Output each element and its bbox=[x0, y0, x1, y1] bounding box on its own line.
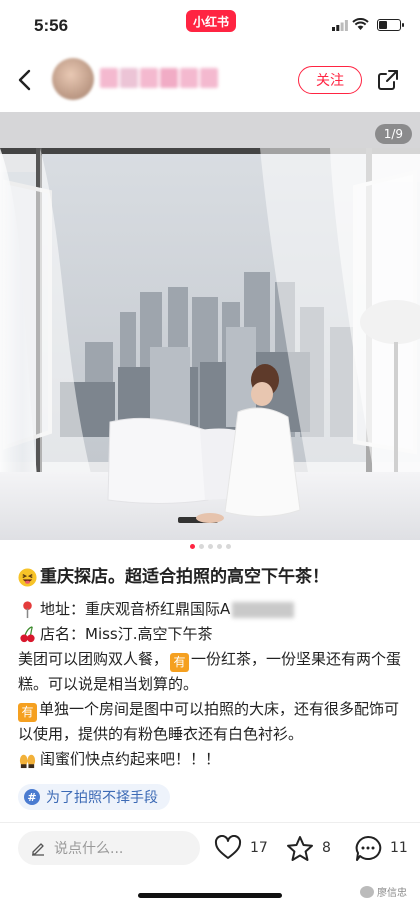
share-icon[interactable] bbox=[376, 68, 400, 92]
post-title: 重庆探店。超适合拍照的高空下午茶！ bbox=[40, 567, 329, 587]
pin-icon bbox=[23, 601, 32, 619]
collect-button[interactable]: 8 bbox=[286, 833, 331, 863]
app-badge: 小红书 bbox=[186, 10, 236, 32]
comment-input[interactable]: 说点什么... bbox=[18, 831, 200, 865]
carousel-indicator bbox=[0, 544, 420, 549]
post-image-carousel[interactable]: 1/9 bbox=[0, 112, 420, 540]
author-avatar[interactable] bbox=[52, 58, 94, 100]
image-counter: 1/9 bbox=[374, 124, 412, 144]
address-redacted bbox=[232, 601, 295, 618]
author-name-redacted[interactable] bbox=[100, 68, 218, 88]
like-count: 17 bbox=[250, 840, 268, 856]
address-text: 地址：重庆观音桥红鼎国际A bbox=[40, 600, 231, 618]
watermark: 廖信忠 bbox=[360, 884, 407, 899]
comment-button[interactable]: 11 bbox=[354, 833, 408, 863]
clap-emoji-icon bbox=[19, 754, 36, 769]
body-text: 闺蜜们快点约起来吧！！！ bbox=[40, 750, 221, 768]
address-line: 地址：重庆观音桥红鼎国际A bbox=[18, 597, 408, 622]
you-badge-icon: 有 bbox=[170, 653, 190, 672]
wechat-icon bbox=[360, 885, 374, 898]
body-text: 单独一个房间是图中可以拍照的大床，还有很多配饰可以使用，提供的有粉色睡衣还有白色… bbox=[18, 700, 400, 743]
post-photo bbox=[0, 112, 420, 540]
bottom-action-bar: 说点什么... 17 8 11 bbox=[0, 823, 420, 879]
carousel-dot bbox=[216, 544, 222, 549]
status-bar: 5:56 小红书 bbox=[0, 0, 420, 50]
body-text: 美团可以团购双人餐， bbox=[18, 650, 169, 668]
carousel-dot bbox=[198, 544, 204, 549]
star-icon bbox=[287, 835, 313, 861]
battery-icon bbox=[377, 19, 404, 31]
signal-icon bbox=[332, 20, 348, 31]
hashtag-chip[interactable]: # 为了拍照不择手段 bbox=[18, 784, 170, 810]
comment-count: 11 bbox=[390, 840, 408, 856]
comment-placeholder: 说点什么... bbox=[54, 841, 124, 857]
pen-icon bbox=[32, 843, 44, 856]
carousel-dot bbox=[225, 544, 231, 549]
carousel-dot bbox=[189, 544, 195, 549]
wifi-icon bbox=[352, 18, 369, 30]
carousel-dot bbox=[207, 544, 213, 549]
status-time: 5:56 bbox=[34, 16, 69, 35]
body-paragraph-1: 美团可以团购双人餐，有一份红茶，一份坚果还有两个蛋糕。可以说是相当划算的。 bbox=[18, 647, 408, 697]
hashtag-icon: # bbox=[24, 789, 40, 805]
cherry-icon bbox=[20, 626, 35, 643]
body-paragraph-2: 有单独一个房间是图中可以拍照的大床，还有很多配饰可以使用，提供的有粉色睡衣还有白… bbox=[18, 697, 408, 747]
collect-count: 8 bbox=[322, 840, 331, 856]
home-indicator bbox=[138, 893, 282, 898]
back-arrow-icon[interactable] bbox=[14, 68, 38, 92]
like-button[interactable]: 17 bbox=[214, 833, 268, 863]
post-header: 关注 bbox=[0, 50, 420, 112]
shop-line: 店名：Miss汀.高空下午茶 bbox=[18, 622, 408, 647]
hashtag-label: 为了拍照不择手段 bbox=[46, 790, 158, 806]
body-paragraph-3: 闺蜜们快点约起来吧！！！ bbox=[18, 747, 408, 772]
comment-icon bbox=[355, 835, 382, 861]
post-content: 重庆探店。超适合拍照的高空下午茶！ 地址：重庆观音桥红鼎国际A 店名：Miss汀… bbox=[18, 563, 408, 772]
shop-text: 店名：Miss汀.高空下午茶 bbox=[40, 625, 213, 643]
watermark-text: 廖信忠 bbox=[377, 888, 407, 899]
heart-icon bbox=[214, 835, 242, 859]
you-badge-icon: 有 bbox=[18, 703, 37, 722]
grin-emoji-icon bbox=[18, 567, 37, 587]
post-title-row: 重庆探店。超适合拍照的高空下午茶！ bbox=[18, 563, 408, 591]
follow-button[interactable]: 关注 bbox=[298, 66, 362, 94]
